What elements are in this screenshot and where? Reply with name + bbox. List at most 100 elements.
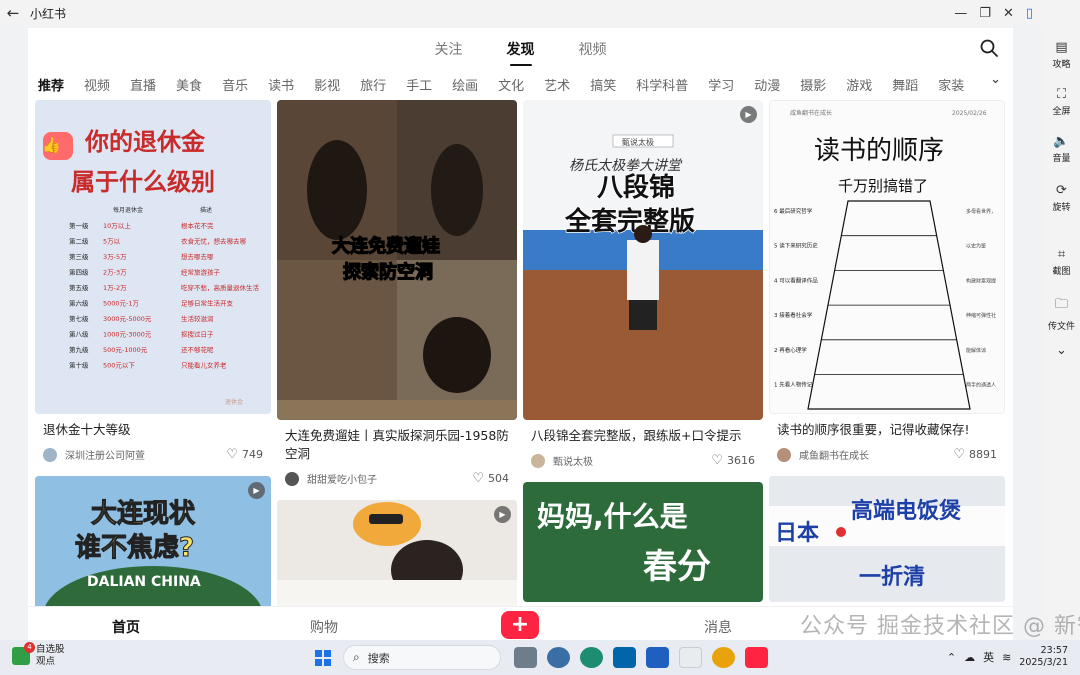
- table-cell: 第五级: [69, 283, 89, 292]
- note-card[interactable]: 咸鱼翻书在成长 2025/02/26 读书的顺序 千万别搞错了 6 最后研究哲学…: [769, 100, 1005, 468]
- note-card[interactable]: 👍 你的退休金 属于什么级别 每月退休金 描述 第一级 10万以上 根本花不完 第二级…: [35, 100, 271, 468]
- category-item[interactable]: 科学科普: [636, 75, 688, 94]
- category-item[interactable]: 绘画: [452, 75, 478, 94]
- tab-video[interactable]: 视频: [579, 39, 607, 59]
- category-item[interactable]: 艺术: [544, 75, 570, 94]
- author-name[interactable]: 甄说太极: [553, 453, 711, 468]
- category-item[interactable]: 旅行: [360, 75, 386, 94]
- avatar[interactable]: [43, 447, 57, 462]
- note-card[interactable]: 大连免费遛娃 探索防空洞 大连免费遛娃丨真实版探洞乐园-1958防空洞 甜甜爱吃…: [277, 100, 517, 492]
- xiaohongshu-app-icon[interactable]: [745, 647, 768, 668]
- note-title: 退休金十大等级: [43, 422, 131, 437]
- toolbar-more-button[interactable]: ⌄: [1043, 343, 1080, 360]
- avatar[interactable]: [777, 447, 791, 462]
- settings-gear-icon[interactable]: [547, 647, 570, 668]
- category-item[interactable]: 动漫: [754, 75, 780, 94]
- category-item[interactable]: 手工: [406, 75, 432, 94]
- toolbar-transfer-button[interactable]: 🗀 传文件: [1043, 295, 1080, 332]
- nav-home[interactable]: 首页: [112, 617, 140, 637]
- mail-app-icon[interactable]: [646, 647, 669, 668]
- category-item[interactable]: 学习: [708, 75, 734, 94]
- stock-widget[interactable]: 4 自选股 观点: [12, 642, 65, 668]
- avatar[interactable]: [285, 471, 299, 486]
- step-note: 以史为鉴: [966, 243, 986, 250]
- category-item[interactable]: 舞蹈: [892, 75, 918, 94]
- note-cover: 咸鱼翻书在成长 2025/02/26 读书的顺序 千万别搞错了 6 最后研究哲学…: [769, 100, 1005, 414]
- vscode-icon[interactable]: [613, 647, 636, 668]
- note-card[interactable]: 日本 高端电饭煲 一折清: [769, 476, 1005, 602]
- note-meta: 深圳注册公司阿萱 ♡ 749: [35, 439, 271, 468]
- close-icon[interactable]: ✕: [1003, 6, 1014, 21]
- search-icon[interactable]: [979, 38, 999, 58]
- search-icon: ⌕: [353, 650, 360, 664]
- table-cell: 只能看儿女养老: [181, 361, 227, 370]
- edge-browser-icon[interactable]: [580, 647, 603, 668]
- category-item[interactable]: 视频: [84, 75, 110, 94]
- clock[interactable]: 23:57 2025/3/21: [1019, 645, 1068, 669]
- minimize-icon[interactable]: —: [954, 6, 967, 21]
- system-tray: ⌃ ☁ 英 ≋ 23:57 2025/3/21: [947, 645, 1068, 669]
- tab-discover[interactable]: 发现: [507, 39, 535, 66]
- step-label: 3 接着看社会学: [774, 311, 813, 319]
- author-name[interactable]: 咸鱼翻书在成长: [799, 447, 953, 462]
- author-name[interactable]: 甜甜爱吃小包子: [307, 471, 472, 486]
- nav-messages[interactable]: 消息: [704, 617, 732, 637]
- back-arrow-icon[interactable]: ←: [0, 4, 26, 22]
- category-item[interactable]: 读书: [268, 75, 294, 94]
- note-card[interactable]: ▶: [277, 500, 517, 620]
- like-button[interactable]: ♡ 749: [226, 447, 263, 462]
- sidebar-toggle-icon[interactable]: ▯: [1026, 6, 1033, 21]
- publish-plus-button[interactable]: +: [501, 611, 539, 639]
- like-button[interactable]: ♡ 504: [472, 471, 509, 486]
- category-item[interactable]: 摄影: [800, 75, 826, 94]
- table-cell: 2万-3万: [103, 269, 127, 277]
- note-title: 读书的顺序很重要，记得收藏保存!: [777, 422, 970, 437]
- toolbar-volume-button[interactable]: 🔈 音量: [1043, 134, 1080, 164]
- chrome-icon[interactable]: [712, 647, 735, 668]
- category-item[interactable]: 直播: [130, 75, 156, 94]
- store-icon[interactable]: [679, 647, 702, 668]
- category-item[interactable]: 游戏: [846, 75, 872, 94]
- tab-follow[interactable]: 关注: [435, 39, 463, 59]
- stock-app-icon: 4: [12, 642, 35, 665]
- cover-reading-order: 咸鱼翻书在成长 2025/02/26 读书的顺序 千万别搞错了 6 最后研究哲学…: [770, 101, 1004, 413]
- svg-text:八段锦: 八段锦: [597, 172, 675, 203]
- category-item[interactable]: 美食: [176, 75, 202, 94]
- like-button[interactable]: ♡ 8891: [953, 447, 997, 462]
- category-item[interactable]: 家装: [938, 75, 964, 94]
- windows-start-icon[interactable]: [315, 650, 331, 666]
- svg-text:读书的顺序: 读书的顺序: [814, 136, 944, 166]
- nav-shop[interactable]: 购物: [310, 617, 338, 637]
- like-button[interactable]: ♡ 3616: [711, 453, 755, 468]
- toolbar-fullscreen-button[interactable]: ⛶ 全屏: [1043, 87, 1080, 117]
- note-card[interactable]: 大连现状 谁不焦虑? DALIAN CHINA ▶: [35, 476, 271, 616]
- app-panel: 关注 发现 视频 推荐 视频 直播 美食 音乐 读书 影视 旅行 手工 绘画 文…: [28, 28, 1013, 640]
- category-recommend[interactable]: 推荐: [38, 75, 64, 94]
- category-item[interactable]: 文化: [498, 75, 524, 94]
- window-controls: — ❐ ✕ ▯: [954, 0, 1033, 26]
- chevron-down-icon[interactable]: ⌄: [990, 72, 1001, 87]
- wifi-icon[interactable]: ≋: [1002, 651, 1011, 664]
- chevron-up-icon[interactable]: ⌃: [947, 651, 956, 664]
- category-item[interactable]: 搞笑: [590, 75, 616, 94]
- task-view-icon[interactable]: [514, 647, 537, 668]
- note-card[interactable]: 妈妈,什么是 春分: [523, 482, 763, 602]
- svg-text:妈妈,什么是: 妈妈,什么是: [537, 500, 688, 533]
- table-cell: 第八级: [69, 330, 89, 339]
- note-card[interactable]: 甄说太极 杨氏太极拳大讲堂 八段锦 全套完整版 ▶ 八段锦全套完整版，跟练版+口…: [523, 100, 763, 474]
- taskbar-search[interactable]: ⌕ 搜索: [343, 645, 501, 670]
- svg-text:春分: 春分: [643, 547, 711, 587]
- toolbar-guide-button[interactable]: ▤ 攻略: [1043, 40, 1080, 70]
- table-cell: 生活较滋润: [181, 314, 214, 323]
- author-name[interactable]: 深圳注册公司阿萱: [65, 447, 226, 462]
- crop-icon: ⌗: [1057, 247, 1066, 262]
- category-item[interactable]: 音乐: [222, 75, 248, 94]
- toolbar-rotate-button[interactable]: ⟳ 旋转: [1043, 183, 1080, 213]
- ime-indicator[interactable]: 英: [983, 649, 994, 665]
- cover-headline: 你的退休金: [84, 128, 206, 156]
- category-item[interactable]: 影视: [314, 75, 340, 94]
- restore-icon[interactable]: ❐: [979, 6, 991, 21]
- avatar[interactable]: [531, 453, 545, 468]
- cloud-icon[interactable]: ☁: [964, 651, 975, 664]
- toolbar-screenshot-button[interactable]: ⌗ 截图: [1043, 247, 1080, 277]
